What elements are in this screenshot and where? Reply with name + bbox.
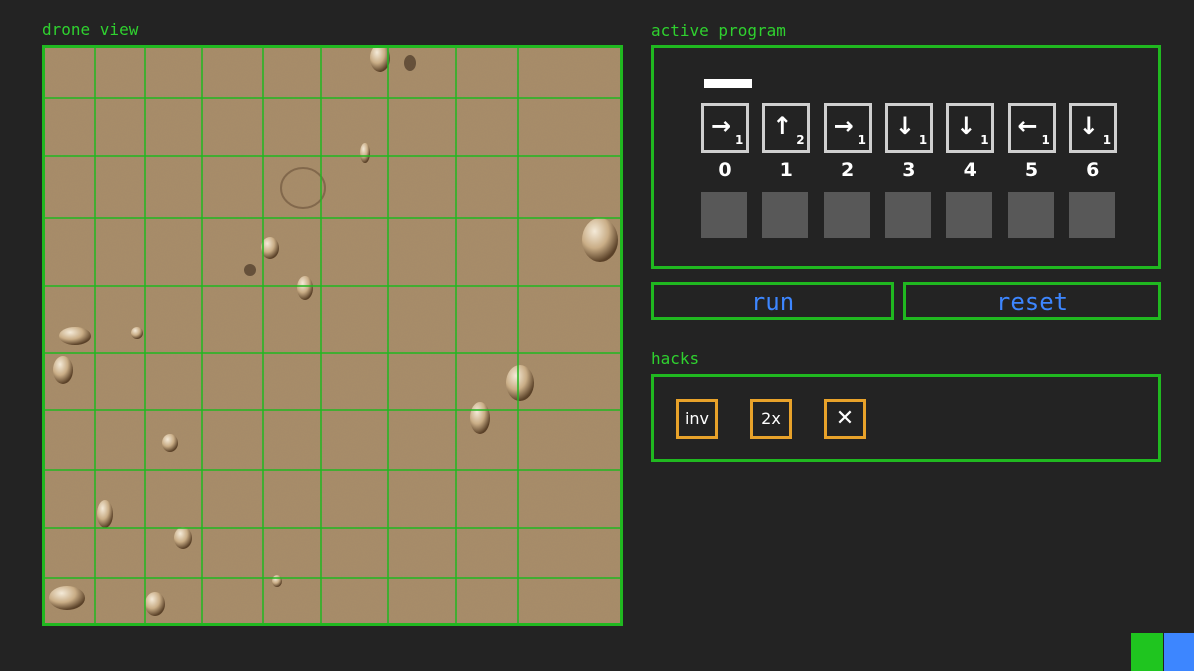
arrow-left-icon: ←	[1017, 112, 1038, 140]
terrain-map	[45, 48, 620, 623]
program-cursor	[704, 79, 752, 88]
command-card[interactable]: ↓ 1	[1068, 103, 1117, 153]
arrow-up-icon: ↑	[772, 112, 793, 140]
empty-command-slot[interactable]	[884, 192, 931, 238]
command-card[interactable]: ↑ 2	[762, 103, 811, 153]
run-button[interactable]: run	[651, 282, 894, 320]
drone-view-label: drone view	[42, 20, 139, 39]
active-program-panel: → 1 0 ↑ 2 1 → 1 2 ↓ 1 3 ↓ 1 4 ← 1 5 ↓ 1 6	[651, 45, 1161, 269]
command-repeat-count: 1	[980, 133, 989, 147]
status-swatch-green	[1131, 633, 1163, 671]
command-card[interactable]: → 1	[701, 103, 749, 153]
slot-index: 2	[840, 159, 855, 181]
command-card[interactable]: → 1	[823, 103, 872, 153]
arrow-right-icon: →	[833, 112, 854, 140]
command-repeat-count: 2	[796, 133, 805, 147]
command-repeat-count: 1	[857, 133, 866, 147]
reset-button[interactable]: reset	[903, 282, 1161, 320]
drone-view[interactable]	[42, 45, 623, 626]
empty-command-slot[interactable]	[762, 192, 809, 238]
hacks-panel: inv 2x ✕	[651, 374, 1161, 462]
empty-command-slot[interactable]	[1007, 192, 1054, 238]
slot-index: 6	[1086, 159, 1100, 181]
arrow-down-icon: ↓	[894, 112, 915, 140]
command-card[interactable]: ↓ 1	[946, 103, 995, 153]
slot-index: 1	[779, 159, 793, 181]
slot-index: 4	[963, 159, 977, 181]
command-card[interactable]: ← 1	[1007, 103, 1056, 153]
empty-command-slot[interactable]	[1068, 192, 1115, 238]
arrow-down-icon: ↓	[1078, 112, 1099, 140]
close-icon: ✕	[835, 406, 855, 431]
arrow-down-icon: ↓	[956, 112, 977, 140]
arrow-right-icon: →	[711, 112, 732, 140]
slot-index: 0	[718, 159, 732, 181]
clear-hack-button[interactable]: ✕	[824, 399, 866, 439]
empty-command-slot[interactable]	[823, 192, 870, 238]
slot-index: 5	[1024, 159, 1039, 181]
invert-hack-button[interactable]: inv	[676, 399, 718, 439]
command-repeat-count: 1	[918, 133, 928, 147]
status-swatch-blue	[1164, 633, 1194, 671]
command-repeat-count: 1	[735, 133, 744, 147]
command-repeat-count: 1	[1102, 133, 1112, 147]
command-repeat-count: 1	[1041, 133, 1050, 147]
program-label: active program	[651, 21, 786, 40]
hacks-label: hacks	[651, 349, 700, 368]
empty-command-slot[interactable]	[701, 192, 747, 238]
double-speed-hack-button[interactable]: 2x	[750, 399, 792, 439]
empty-command-slot[interactable]	[946, 192, 993, 238]
command-card[interactable]: ↓ 1	[884, 103, 933, 153]
slot-index: 3	[902, 159, 916, 181]
